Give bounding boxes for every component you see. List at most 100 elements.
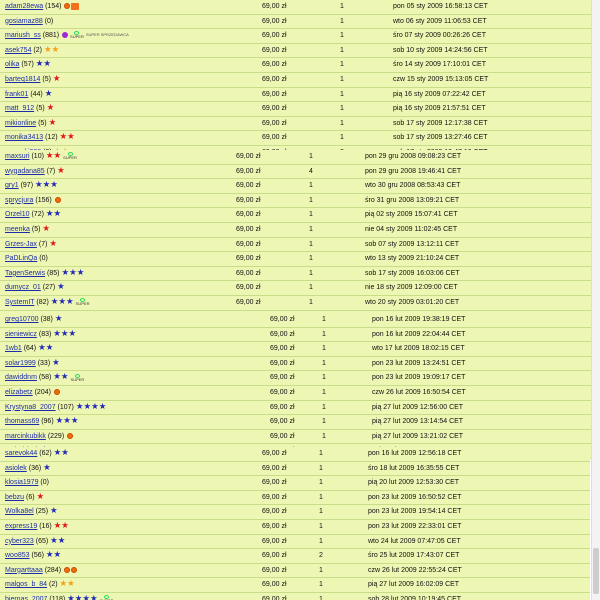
- username-link[interactable]: Grzes-Jax: [5, 241, 37, 248]
- username-link[interactable]: express19: [5, 523, 37, 530]
- username-link[interactable]: asek754: [5, 47, 31, 54]
- username-link[interactable]: mariush_ss: [5, 32, 41, 39]
- username-link[interactable]: SystemIT: [5, 299, 34, 306]
- username-link[interactable]: biernas_2007: [5, 596, 47, 600]
- feedback-count: (0): [39, 255, 48, 263]
- username-link[interactable]: PaDLinQa: [5, 255, 37, 262]
- table-row: gosiamaz88 (0) 69,00 zł 1 wto 06 sty 2009 …: [0, 15, 600, 30]
- price-cell: 69,00 zł: [262, 508, 287, 516]
- super-seller-icon: SUPER: [63, 152, 77, 160]
- user-cell: 1wb1 (64) ★★: [5, 342, 53, 356]
- username-link[interactable]: sprycjura: [5, 197, 33, 204]
- username-link[interactable]: klosia1979: [5, 479, 38, 486]
- user-cell: biernas_2007 (118) ★★★★SUPER: [5, 593, 113, 600]
- star-icon: ★: [67, 131, 75, 142]
- username-link[interactable]: olika: [5, 61, 19, 68]
- table-row: dumycz_01 (27) ★ 69,00 zł 1 nie 18 sty 2009…: [0, 281, 600, 296]
- star-icon: ★: [45, 208, 54, 219]
- table-row: greg10700 (38) ★ 69,00 zł 1 pon 16 lut 2009…: [0, 313, 595, 328]
- username-link[interactable]: matt_912: [5, 105, 34, 112]
- username-link[interactable]: solar1999: [5, 360, 36, 367]
- username-link[interactable]: Wolka8el: [5, 508, 34, 515]
- user-cell: malgos_b_84 (2) ★★: [5, 578, 75, 592]
- username-link[interactable]: marcinkubikk: [5, 433, 46, 440]
- vertical-scrollbar[interactable]: [591, 0, 600, 600]
- price-cell: 69,00 zł: [262, 595, 287, 600]
- username-link[interactable]: maxsuri: [5, 153, 30, 160]
- user-cell: barteq1814 (5) ★: [5, 73, 61, 87]
- price-cell: 69,00 zł: [236, 182, 261, 190]
- username-link[interactable]: adam28ewa: [5, 3, 43, 10]
- price-cell: 69,00 zł: [262, 522, 287, 530]
- username-link[interactable]: dawiddnm: [5, 374, 37, 381]
- feedback-count: (154): [45, 3, 62, 10]
- username-link[interactable]: elizabetz: [5, 389, 33, 396]
- username-link[interactable]: 1wb1: [5, 345, 22, 352]
- user-cell: asek754 (2) ★★: [5, 44, 59, 58]
- quantity-cell: 1: [319, 595, 323, 600]
- star-icon: ★: [58, 295, 67, 306]
- bid-table-section: maxsuri (10) ★★ SUPER 69,00 zł 1 pon 29 gru …: [0, 150, 600, 326]
- quantity-cell: 1: [322, 388, 326, 396]
- username-link[interactable]: meenka: [5, 226, 30, 233]
- star-icon: ★: [53, 549, 62, 560]
- star-icon: ★: [61, 447, 69, 457]
- feedback-count: (44): [30, 90, 43, 98]
- username-link[interactable]: frank01: [5, 91, 28, 98]
- feedback-count: (12): [45, 134, 58, 142]
- username-link[interactable]: gry1: [5, 182, 19, 189]
- scrollbar-thumb[interactable]: [593, 548, 599, 594]
- sun-badge-icon: [64, 3, 71, 10]
- username-link[interactable]: monika3413: [5, 134, 43, 141]
- username-link[interactable]: Krystyna8_2007: [5, 404, 56, 411]
- quantity-cell: 1: [309, 196, 313, 204]
- date-cell: czw 26 lut 2009 22:55:24 CET: [368, 566, 462, 574]
- username-link[interactable]: bebzu: [5, 494, 24, 501]
- username-link[interactable]: sieniewicz: [5, 331, 37, 338]
- super-seller-label: SUPER: [75, 301, 90, 307]
- quantity-cell: 1: [319, 522, 323, 530]
- username-link[interactable]: thomass69: [5, 418, 39, 425]
- feedback-count: (5): [38, 119, 47, 127]
- username-link[interactable]: asiolek: [5, 465, 27, 472]
- username-link[interactable]: gosiamaz88: [5, 18, 43, 25]
- date-cell: wto 17 lut 2009 18:02:15 CET: [372, 345, 465, 353]
- username-link[interactable]: barteq1814: [5, 76, 40, 83]
- table-row: mariush_ss (881) SUPER SUPER SPRZEDAWCA 69…: [0, 29, 600, 44]
- price-cell: 69,00 zł: [236, 167, 261, 175]
- price-cell: 69,00 zł: [262, 61, 287, 69]
- feedback-count: (57): [21, 61, 34, 69]
- username-link[interactable]: wygadana85: [5, 168, 45, 175]
- feedback-count: (33): [37, 359, 51, 367]
- star-icon: ★: [43, 43, 52, 54]
- date-cell: nie 18 sty 2009 12:09:00 CET: [365, 284, 458, 292]
- username-link[interactable]: TagenSerwis: [5, 270, 45, 277]
- sun-badge-icon: [67, 432, 74, 439]
- username-link[interactable]: malgos_b_84: [5, 581, 47, 588]
- quantity-cell: 1: [322, 359, 326, 367]
- quantity-cell: 1: [309, 182, 313, 190]
- star-icon: ★: [69, 266, 77, 277]
- username-link[interactable]: sarevok44: [5, 450, 37, 457]
- star-icon: ★: [45, 549, 54, 560]
- username-link[interactable]: Margarttaaa: [5, 567, 43, 574]
- date-cell: wto 06 sty 2009 11:06:53 CET: [393, 17, 487, 25]
- username-link[interactable]: Orzel10: [5, 211, 30, 218]
- username-link[interactable]: mikionline: [5, 120, 36, 127]
- star-icon: ★: [36, 490, 45, 501]
- date-cell: pią 16 sty 2009 21:57:51 CET: [393, 105, 486, 113]
- star-icon: ★: [70, 415, 79, 426]
- feedback-count: (58): [38, 374, 52, 382]
- feedback-count: (36): [28, 464, 42, 472]
- quantity-cell: 1: [309, 153, 313, 160]
- username-link[interactable]: woo853: [5, 552, 30, 559]
- date-cell: sob 10 sty 2009 14:24:56 CET: [393, 46, 488, 54]
- quantity-cell: 1: [340, 3, 344, 10]
- user-cell: thomass69 (96) ★★★: [5, 415, 78, 429]
- username-link[interactable]: cyber323: [5, 538, 34, 545]
- star-icon: ★: [38, 342, 46, 353]
- feedback-count: (10): [31, 153, 44, 160]
- username-link[interactable]: dumycz_01: [5, 284, 41, 291]
- feedback-count: (16): [39, 522, 52, 530]
- username-link[interactable]: greg10700: [5, 316, 38, 323]
